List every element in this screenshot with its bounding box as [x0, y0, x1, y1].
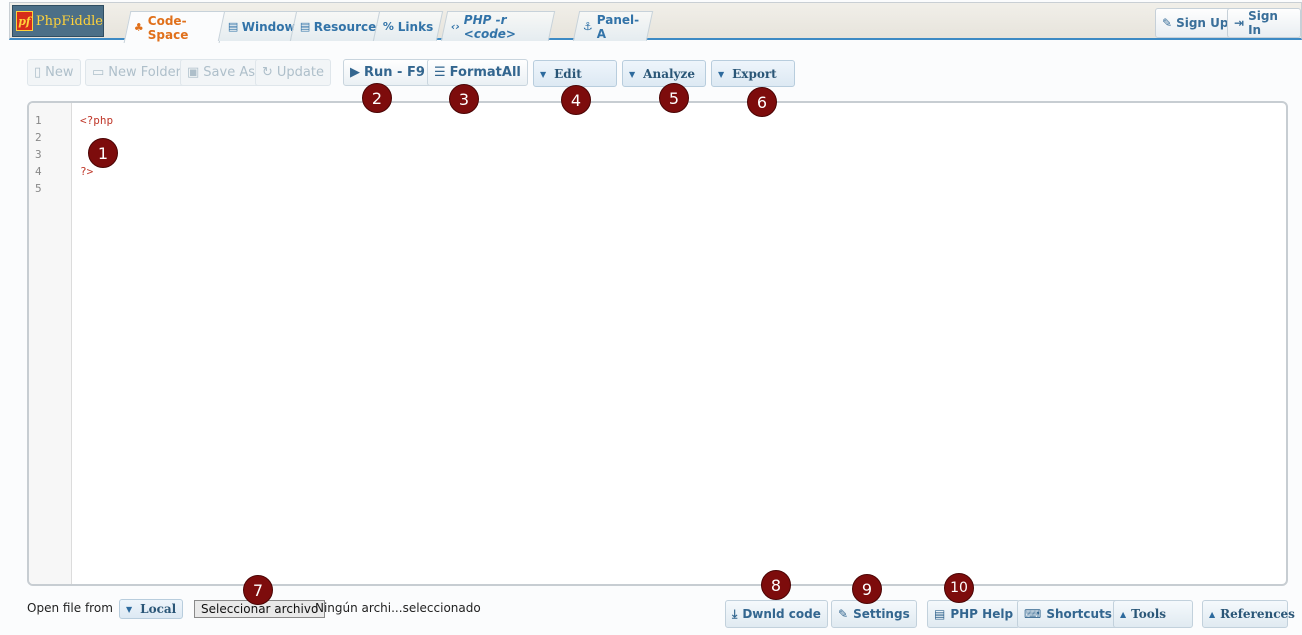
- format-all-label: FormatAll: [449, 65, 521, 80]
- tools-label: Tools: [1131, 607, 1167, 621]
- file-status: Ningún archi...seleccionado: [315, 601, 481, 615]
- line-number: 4: [35, 165, 42, 178]
- file-icon: ▯: [34, 65, 42, 80]
- code-brackets-icon: ‹›: [450, 20, 460, 33]
- tab-code-space[interactable]: ♣ Code-Space: [123, 11, 227, 43]
- line-number: 3: [35, 148, 42, 161]
- line-gutter: 1 2 3 4 5: [29, 103, 72, 584]
- list-icon: ☰: [434, 65, 446, 80]
- keyboard-icon: ⌨: [1024, 607, 1042, 621]
- marker-6: 6: [747, 87, 777, 117]
- marker-5: 5: [659, 83, 689, 113]
- refresh-icon: ↻: [262, 65, 273, 80]
- settings-label: Settings: [853, 607, 910, 621]
- sign-in-label: Sign In: [1248, 9, 1278, 37]
- marker-10: 10: [944, 573, 974, 603]
- sign-in-icon: ⇥: [1234, 16, 1245, 30]
- update-button[interactable]: ↻ Update: [255, 59, 331, 86]
- marker-7: 7: [243, 575, 273, 605]
- edit-label: Edit: [554, 66, 582, 81]
- caret-down-icon: ▼: [629, 68, 636, 79]
- caret-up-icon: ▲: [1120, 609, 1127, 619]
- phpfiddle-app: pf PhpFiddle ♣ Code-Space ▤ Window ▤ Res…: [0, 0, 1302, 635]
- new-folder-button[interactable]: ▭ New Folder: [85, 59, 188, 86]
- tab-label: Window: [242, 19, 297, 34]
- save-as-button[interactable]: ▣ Save As: [180, 59, 263, 86]
- pencil-icon: ✎: [1162, 16, 1173, 30]
- book-icon: ▤: [299, 20, 311, 33]
- caret-up-icon: ▲: [1209, 609, 1216, 619]
- new-button[interactable]: ▯ New: [27, 59, 81, 86]
- shortcuts-label: Shortcuts: [1046, 607, 1112, 621]
- download-label: Dwnld code: [742, 607, 821, 621]
- marker-9: 9: [852, 574, 882, 604]
- format-all-button[interactable]: ☰ FormatAll: [427, 59, 528, 86]
- marker-1: 1: [88, 138, 118, 168]
- tab-label: Code-Space: [147, 13, 189, 42]
- top-header: pf PhpFiddle ♣ Code-Space ▤ Window ▤ Res…: [9, 2, 1302, 43]
- update-label: Update: [276, 65, 324, 80]
- tab-links[interactable]: % Links: [372, 11, 444, 41]
- sign-in-button[interactable]: ⇥ Sign In: [1227, 8, 1301, 38]
- sign-up-button[interactable]: ✎ Sign Up: [1155, 8, 1236, 38]
- local-label: Local: [140, 602, 177, 616]
- logo-text: PhpFiddle: [35, 13, 103, 29]
- tab-php-r[interactable]: ‹› PHP -r <code>: [440, 11, 556, 41]
- download-code-button[interactable]: ⤓ Dwnld code: [725, 600, 828, 628]
- run-label: Run - F9: [364, 65, 425, 80]
- references-dropdown[interactable]: ▲ References: [1202, 600, 1295, 628]
- book-icon: ▤: [934, 607, 946, 621]
- tab-label: Links: [397, 19, 434, 34]
- tab-label: PHP -r <code>: [463, 12, 517, 41]
- line-number: 2: [35, 131, 42, 144]
- save-as-label: Save As: [203, 65, 256, 80]
- open-file-label: Open file from: [27, 601, 113, 615]
- new-folder-label: New Folder: [108, 65, 181, 80]
- php-help-button[interactable]: ▤ PHP Help: [927, 600, 1021, 628]
- analyze-label: Analyze: [643, 66, 695, 81]
- logo-mark-icon: pf: [16, 11, 33, 31]
- save-icon: ▣: [187, 65, 200, 80]
- marker-4: 4: [561, 85, 591, 115]
- new-label: New: [45, 65, 74, 80]
- settings-button[interactable]: ✎ Settings: [831, 600, 917, 628]
- sign-up-label: Sign Up: [1176, 16, 1229, 30]
- link-icon: %: [382, 20, 394, 33]
- download-icon: ⤓: [732, 606, 738, 621]
- export-dropdown[interactable]: ▼ Export: [711, 60, 795, 87]
- caret-down-icon: ▼: [718, 68, 725, 79]
- shortcuts-button[interactable]: ⌨ Shortcuts: [1017, 600, 1119, 628]
- line-number: 5: [35, 182, 42, 195]
- play-icon: ▶: [350, 65, 360, 80]
- wrench-icon: ✎: [838, 607, 849, 621]
- edit-dropdown[interactable]: ▼ Edit: [533, 60, 617, 87]
- code-icon: ♣: [133, 21, 144, 34]
- window-icon: ▤: [227, 20, 239, 33]
- code-line[interactable]: <?php: [80, 114, 113, 127]
- analyze-dropdown[interactable]: ▼ Analyze: [622, 60, 706, 87]
- code-editor[interactable]: 1 2 3 4 5 <?php ?>: [27, 101, 1288, 586]
- tab-label: Panel-A: [596, 12, 640, 41]
- tab-panel-a[interactable]: ⚓ Panel-A: [572, 11, 654, 41]
- caret-down-icon: ▼: [540, 68, 547, 79]
- tab-label: Resources: [314, 19, 384, 34]
- tab-window[interactable]: ▤ Window: [217, 11, 299, 41]
- folder-icon: ▭: [92, 65, 105, 80]
- export-label: Export: [732, 66, 777, 81]
- marker-2: 2: [362, 83, 392, 113]
- tab-resources[interactable]: ▤ Resources: [289, 11, 384, 41]
- php-help-label: PHP Help: [950, 607, 1014, 621]
- anchor-icon: ⚓: [582, 20, 593, 33]
- marker-8: 8: [761, 570, 791, 600]
- line-number: 1: [35, 114, 42, 127]
- logo[interactable]: pf PhpFiddle: [12, 5, 104, 37]
- code-line[interactable]: ?>: [80, 165, 93, 178]
- marker-3: 3: [449, 84, 479, 114]
- caret-down-icon: ▼: [126, 604, 133, 614]
- references-label: References: [1220, 607, 1295, 621]
- tools-dropdown[interactable]: ▲ Tools: [1113, 600, 1193, 628]
- run-button[interactable]: ▶ Run - F9: [343, 59, 432, 86]
- local-dropdown[interactable]: ▼ Local: [119, 599, 184, 619]
